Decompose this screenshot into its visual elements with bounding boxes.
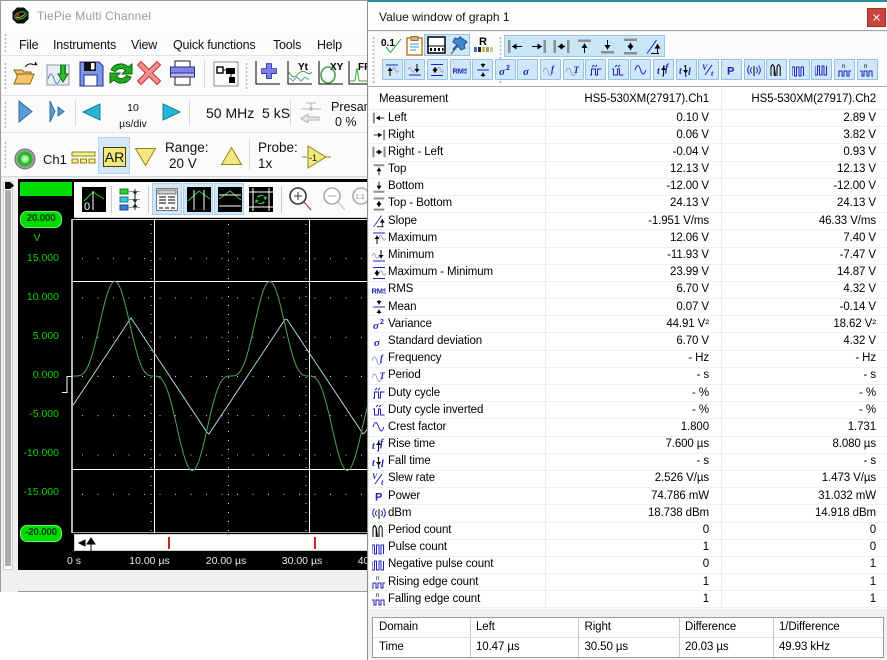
svg-text:σ: σ bbox=[373, 320, 380, 331]
svg-text:t: t bbox=[381, 478, 384, 486]
svg-text:n: n bbox=[376, 576, 379, 582]
svg-text:2: 2 bbox=[380, 319, 384, 326]
svg-text:σ: σ bbox=[374, 337, 381, 348]
svg-text:P: P bbox=[727, 65, 734, 77]
svg-text:V: V bbox=[702, 63, 708, 72]
svg-text:T: T bbox=[380, 371, 386, 381]
svg-text:f: f bbox=[380, 353, 384, 363]
svg-text:t: t bbox=[657, 66, 661, 77]
svg-text:-1: -1 bbox=[309, 153, 317, 163]
svg-text:P: P bbox=[375, 492, 382, 504]
svg-text:2: 2 bbox=[506, 65, 510, 72]
svg-text:0: 0 bbox=[84, 201, 90, 212]
svg-text:0.1: 0.1 bbox=[381, 38, 395, 49]
svg-text:t: t bbox=[372, 441, 376, 452]
svg-text:f: f bbox=[380, 438, 385, 449]
svg-text:t: t bbox=[711, 69, 714, 77]
svg-text:RMS: RMS bbox=[372, 286, 386, 295]
svg-text:n: n bbox=[864, 64, 867, 70]
svg-text:σ: σ bbox=[499, 66, 506, 77]
svg-text:t: t bbox=[679, 66, 683, 77]
svg-text:RMS: RMS bbox=[453, 66, 467, 75]
svg-text:t: t bbox=[372, 458, 376, 469]
svg-text:1:1: 1:1 bbox=[355, 194, 365, 201]
svg-text:l: l bbox=[381, 459, 384, 469]
svg-text:n: n bbox=[842, 64, 845, 70]
svg-text:n: n bbox=[376, 593, 379, 599]
svg-text:f: f bbox=[551, 64, 555, 74]
svg-text:l: l bbox=[688, 67, 691, 77]
svg-text:V: V bbox=[372, 472, 378, 481]
svg-text:f: f bbox=[665, 63, 670, 74]
svg-text:R: R bbox=[479, 36, 487, 48]
svg-text:σ: σ bbox=[523, 66, 530, 77]
svg-text:T: T bbox=[574, 65, 580, 75]
